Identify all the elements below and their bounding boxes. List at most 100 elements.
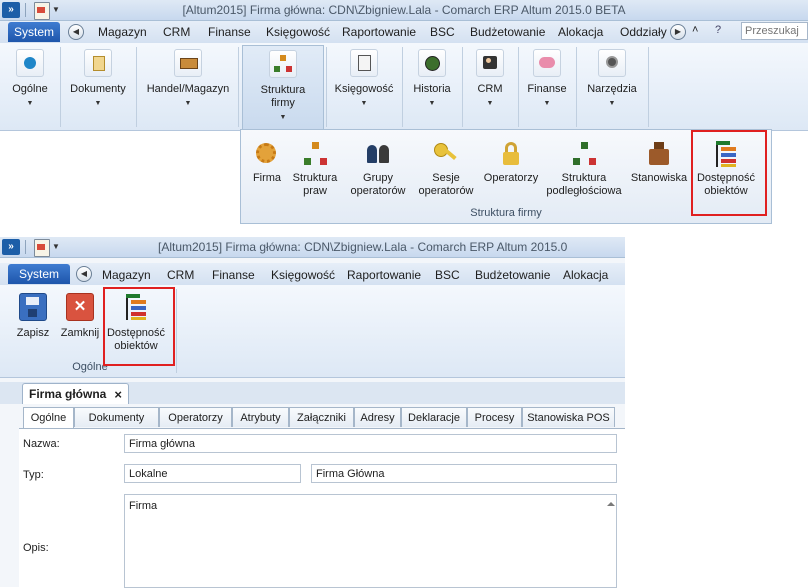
- chevron-down-icon: ▼: [428, 100, 436, 107]
- window-title: [Altum2015] Firma główna: CDN\Zbigniew.L…: [182, 3, 626, 17]
- menu-crm[interactable]: CRM: [163, 25, 190, 39]
- ribbon-crm-button[interactable]: CRM ▼: [466, 49, 514, 110]
- globe-icon: [16, 49, 44, 77]
- scroll-up-icon[interactable]: [607, 502, 615, 506]
- ribbon-ogolne-button[interactable]: Ogólne ▼: [6, 49, 54, 110]
- users-group-icon: [364, 140, 392, 168]
- document-tab-firma-glowna[interactable]: Firma główna ×: [22, 383, 129, 404]
- close-icon: ✕: [66, 293, 94, 321]
- menu-raportowanie[interactable]: Raportowanie: [342, 25, 416, 39]
- ribbon-separator: [238, 47, 239, 127]
- tab-deklaracje[interactable]: Deklaracje: [401, 407, 467, 427]
- search-input[interactable]: [741, 22, 808, 40]
- dropdown-sesje-operatorow-label: Sesje operatorów: [418, 172, 474, 197]
- nazwa-label: Nazwa:: [23, 438, 60, 450]
- dropdown-struktura-praw-button[interactable]: Struktura praw: [289, 140, 341, 198]
- menu-oddzialy[interactable]: Oddziały: [620, 25, 667, 39]
- system-menu-button[interactable]: System: [8, 22, 60, 42]
- close-button[interactable]: ✕ Zamknij: [58, 293, 102, 340]
- menu-raportowanie[interactable]: Raportowanie: [347, 268, 421, 282]
- ribbon-dokumenty-button[interactable]: Dokumenty ▼: [64, 49, 132, 110]
- app-logo-icon[interactable]: »: [2, 239, 20, 255]
- save-button[interactable]: Zapisz: [10, 293, 56, 340]
- quick-access-dropdown-icon[interactable]: ▼: [52, 242, 60, 251]
- form-subtabs: Ogólne Dokumenty Operatorzy Atrybuty Zał…: [19, 407, 625, 428]
- menu-budzetowanie[interactable]: Budżetowanie: [475, 268, 550, 282]
- typ-name-field[interactable]: Firma Główna: [311, 464, 617, 483]
- ribbon-separator: [136, 47, 137, 127]
- menu-finanse[interactable]: Finanse: [208, 25, 251, 39]
- nazwa-field[interactable]: Firma główna: [124, 434, 617, 453]
- tab-stanowiska-pos[interactable]: Stanowiska POS: [522, 407, 615, 427]
- menu-finanse[interactable]: Finanse: [212, 268, 255, 282]
- chevron-down-icon: ▼: [608, 100, 616, 107]
- menu-ksiegowosc[interactable]: Księgowość: [271, 268, 335, 282]
- tab-close-icon[interactable]: ×: [114, 384, 122, 405]
- menu-bsc[interactable]: BSC: [430, 25, 455, 39]
- save-icon: [19, 293, 47, 321]
- top-ribbon: Ogólne ▼ Dokumenty ▼ Handel/Magazyn ▼ St…: [0, 43, 808, 131]
- dropdown-stanowiska-label: Stanowiska: [630, 172, 688, 184]
- chevron-down-icon: ▼: [94, 100, 102, 107]
- window-title: [Altum2015] Firma główna: CDN\Zbigniew.L…: [158, 240, 568, 254]
- dropdown-struktura-praw-label: Struktura praw: [292, 172, 338, 197]
- menu-bsc[interactable]: BSC: [435, 268, 460, 282]
- tab-adresy[interactable]: Adresy: [354, 407, 401, 427]
- menu-ksiegowosc[interactable]: Księgowość: [266, 25, 330, 39]
- menu-alokacja[interactable]: Alokacja: [558, 25, 603, 39]
- ribbon-narzedzia-button[interactable]: Narzędzia ▼: [580, 49, 644, 110]
- menu-magazyn[interactable]: Magazyn: [102, 268, 151, 282]
- highlight-box: [691, 130, 767, 216]
- opis-textarea[interactable]: Firma: [124, 494, 617, 588]
- quick-access-document-icon[interactable]: [34, 239, 50, 257]
- tab-atrybuty[interactable]: Atrybuty: [232, 407, 289, 427]
- close-label: Zamknij: [60, 327, 100, 339]
- toolbar-separator: [25, 240, 26, 254]
- ribbon-struktura-firmy-button[interactable]: Struktura firmy ▼: [242, 45, 324, 131]
- ribbon-handel-magazyn-button[interactable]: Handel/Magazyn ▼: [142, 49, 234, 110]
- ribbon-finanse-button[interactable]: Finanse ▼: [522, 49, 572, 110]
- tab-dokumenty[interactable]: Dokumenty: [74, 407, 159, 427]
- menu-alokacja[interactable]: Alokacja: [563, 268, 608, 282]
- dropdown-firma-button[interactable]: Firma: [247, 140, 287, 185]
- hierarchy-icon: [570, 140, 598, 168]
- dropdown-stanowiska-button[interactable]: Stanowiska: [629, 140, 689, 185]
- dropdown-sesje-operatorow-button[interactable]: Sesje operatorów: [413, 140, 479, 198]
- ribbon-narzedzia-label: Narzędzia: [587, 83, 637, 95]
- form-content: Nazwa: Firma główna Typ: Lokalne Firma G…: [19, 428, 625, 588]
- save-label: Zapisz: [16, 327, 50, 339]
- bottom-menu-bar: System ◀ Magazyn CRM Finanse Księgowość …: [0, 263, 625, 285]
- ribbon-ksiegowosc-button[interactable]: Księgowość ▼: [330, 49, 398, 110]
- tab-zalaczniki[interactable]: Załączniki: [289, 407, 354, 427]
- tab-procesy[interactable]: Procesy: [467, 407, 522, 427]
- menu-scroll-left-icon[interactable]: ◀: [68, 24, 84, 40]
- tab-ogolne[interactable]: Ogólne: [23, 407, 74, 428]
- warehouse-icon: [174, 49, 202, 77]
- dropdown-operatorzy-button[interactable]: Operatorzy: [481, 140, 541, 185]
- dropdown-firma-label: Firma: [252, 172, 282, 184]
- menu-scroll-right-icon[interactable]: ▶: [670, 24, 686, 40]
- ribbon-historia-button[interactable]: Historia ▼: [406, 49, 458, 110]
- bottom-ribbon: Zapisz ✕ Zamknij Dostępność obiektów Ogó…: [0, 285, 625, 378]
- ribbon-collapse-icon[interactable]: ˄: [692, 24, 698, 36]
- dropdown-struktura-podleglosciowa-button[interactable]: Struktura podległościowa: [543, 140, 625, 198]
- system-menu-button[interactable]: System: [8, 264, 70, 284]
- menu-magazyn[interactable]: Magazyn: [98, 25, 147, 39]
- typ-label: Typ:: [23, 469, 44, 481]
- ribbon-separator: [648, 47, 649, 127]
- menu-scroll-left-icon[interactable]: ◀: [76, 266, 92, 282]
- ribbon-separator: [326, 47, 327, 127]
- document-tab-label: Firma główna: [29, 387, 107, 401]
- dropdown-grupy-operatorow-button[interactable]: Grupy operatorów: [345, 140, 411, 198]
- menu-crm[interactable]: CRM: [167, 268, 194, 282]
- ribbon-struktura-firmy-label: Struktura firmy: [260, 84, 306, 109]
- tab-operatorzy[interactable]: Operatorzy: [159, 407, 232, 427]
- help-icon[interactable]: ?: [715, 24, 721, 36]
- ribbon-crm-label: CRM: [477, 83, 503, 95]
- piggy-bank-icon: [533, 49, 561, 77]
- top-menu-bar: System ◀ Magazyn CRM Finanse Księgowość …: [0, 21, 808, 43]
- contact-card-icon: [476, 49, 504, 77]
- menu-budzetowanie[interactable]: Budżetowanie: [470, 25, 545, 39]
- dropdown-operatorzy-label: Operatorzy: [483, 172, 539, 184]
- typ-field[interactable]: Lokalne: [124, 464, 301, 483]
